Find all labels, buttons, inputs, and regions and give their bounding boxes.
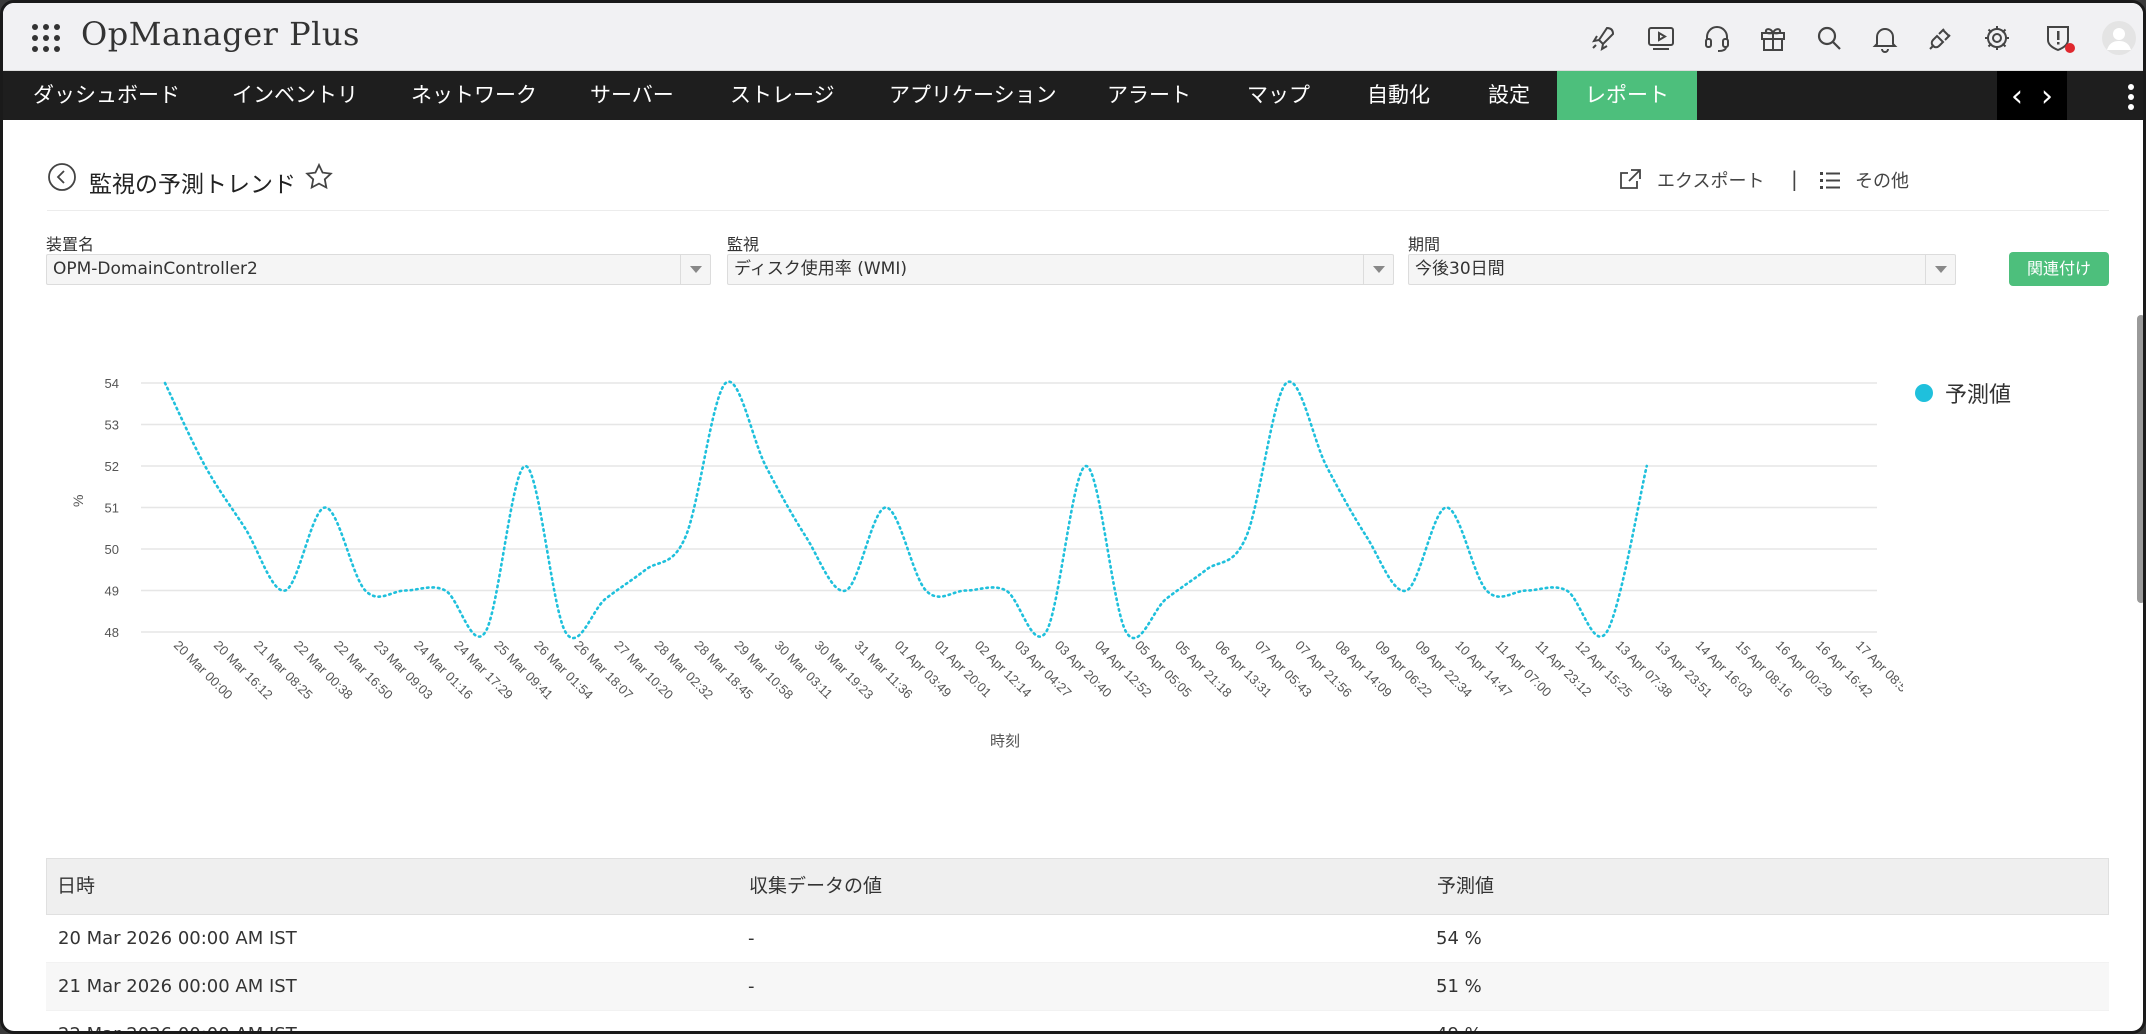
table-header: 日時 収集データの値 予測値 [46, 858, 2109, 915]
cell-collected: - [748, 1011, 755, 1031]
header-divider [47, 210, 2109, 211]
cell-collected: - [748, 976, 755, 997]
column-header-predicted[interactable]: 予測値 [1437, 859, 1494, 914]
period-value: 今後30日間 [1415, 259, 1505, 279]
y-tick-label: 53 [105, 418, 119, 433]
export-button[interactable]: エクスポート [1617, 165, 1764, 195]
cell-predicted: 54 % [1436, 928, 1482, 949]
relate-button[interactable]: 関連付け [2009, 252, 2109, 286]
legend-label: 予測値 [1945, 383, 2012, 408]
cell-collected: - [748, 928, 755, 949]
cell-predicted: 49 % [1436, 1011, 1482, 1031]
app-title: OpManager Plus [81, 15, 360, 53]
forecast-table: 日時 収集データの値 予測値 20 Mar 2026 00:00 AM IST … [46, 858, 2109, 1031]
rocket-icon[interactable] [1587, 22, 1619, 54]
plug-icon[interactable] [1925, 22, 1957, 54]
table-row: 20 Mar 2026 00:00 AM IST - 54 % [46, 915, 2109, 963]
gift-icon[interactable] [1757, 22, 1789, 54]
x-axis-ticks: 20 Mar 00:0020 Mar 16:1221 Mar 08:2522 M… [171, 638, 1903, 703]
y-tick-label: 48 [105, 625, 119, 640]
y-tick-label: 50 [105, 542, 119, 557]
nav-applications[interactable]: アプリケーション [889, 71, 1057, 120]
monitor-select[interactable]: ディスク使用率 (WMI) [727, 254, 1394, 285]
column-header-datetime[interactable]: 日時 [57, 859, 95, 914]
more-options-button[interactable]: その他 [1819, 165, 1909, 195]
bell-icon[interactable] [1869, 22, 1901, 54]
device-value: OPM-DomainController2 [53, 259, 258, 279]
video-icon[interactable] [1645, 22, 1677, 54]
period-select[interactable]: 今後30日間 [1408, 254, 1956, 285]
cell-datetime: 20 Mar 2026 00:00 AM IST [58, 928, 297, 949]
apps-grid-icon[interactable] [31, 23, 61, 53]
list-icon [1820, 172, 1840, 189]
main-nav: ダッシュボード インベントリ ネットワーク サーバー ストレージ アプリケーショ… [3, 71, 2143, 120]
alert-shield-icon[interactable] [2043, 22, 2075, 54]
cell-datetime: 22 Mar 2026 00:00 AM IST [58, 1011, 297, 1031]
page-scrollbar[interactable] [2137, 315, 2143, 603]
monitor-label: 監視 [727, 235, 760, 254]
app-window: OpManager Plus ダッシュボード インベントリ ネットワーク サーバ… [0, 0, 2146, 1034]
chevron-down-icon [1925, 255, 1955, 284]
chevron-down-icon [1363, 255, 1393, 284]
y-tick-label: 49 [105, 584, 119, 599]
nav-prev-button[interactable]: ‹ [2011, 79, 2023, 114]
user-avatar-icon[interactable] [2101, 20, 2137, 56]
search-icon[interactable] [1813, 22, 1845, 54]
chevron-down-icon [680, 255, 710, 284]
table-row: 22 Mar 2026 00:00 AM IST - 49 % [46, 1011, 2109, 1031]
nav-maps[interactable]: マップ [1247, 71, 1310, 120]
y-axis-label: % [70, 495, 86, 507]
nav-scroll-arrows: ‹ › [1997, 71, 2067, 120]
top-bar: OpManager Plus [3, 3, 2143, 71]
nav-alerts[interactable]: アラート [1107, 71, 1191, 120]
y-tick-label: 52 [105, 459, 119, 474]
nav-network[interactable]: ネットワーク [411, 71, 537, 120]
nav-servers[interactable]: サーバー [590, 71, 674, 120]
page-title: 監視の予測トレンド [89, 172, 296, 198]
monitor-value: ディスク使用率 (WMI) [734, 259, 907, 279]
table-row: 21 Mar 2026 00:00 AM IST - 51 % [46, 963, 2109, 1011]
nav-more-icon[interactable] [2127, 83, 2135, 111]
favorite-star-icon[interactable] [304, 162, 334, 192]
chart-grid [141, 382, 1877, 633]
nav-next-button[interactable]: › [2041, 79, 2053, 114]
gear-icon[interactable] [1981, 22, 2013, 54]
cell-predicted: 51 % [1436, 976, 1482, 997]
headset-icon[interactable] [1701, 22, 1733, 54]
period-label: 期間 [1408, 235, 1441, 254]
cell-datetime: 21 Mar 2026 00:00 AM IST [58, 976, 297, 997]
forecast-chart: 48 49 50 51 52 53 54 20 Mar 00:0020 Mar 16:122… [70, 376, 1903, 750]
device-label: 装置名 [46, 235, 95, 254]
nav-automation[interactable]: 自動化 [1367, 71, 1430, 120]
toolbar-separator: | [1791, 167, 1798, 191]
chart-legend[interactable]: 予測値 [1915, 377, 2011, 409]
nav-settings[interactable]: 設定 [1488, 71, 1530, 120]
more-options-label: その他 [1855, 171, 1909, 192]
device-select[interactable]: OPM-DomainController2 [46, 254, 711, 285]
export-label: エクスポート [1657, 171, 1765, 192]
x-axis-label: 時刻 [990, 733, 1020, 750]
series-line-predicted [163, 380, 1649, 640]
y-tick-label: 51 [105, 501, 119, 516]
y-axis-ticks: 48 49 50 51 52 53 54 [105, 376, 119, 640]
nav-inventory[interactable]: インベントリ [232, 71, 358, 120]
legend-marker [1915, 384, 1933, 402]
export-icon [1620, 169, 1641, 189]
nav-dashboard[interactable]: ダッシュボード [33, 71, 180, 120]
column-header-collected[interactable]: 収集データの値 [749, 859, 882, 914]
y-tick-label: 54 [105, 376, 119, 391]
nav-reports[interactable]: レポート [1557, 71, 1697, 120]
back-icon[interactable] [47, 162, 77, 192]
nav-storage[interactable]: ストレージ [730, 71, 835, 120]
